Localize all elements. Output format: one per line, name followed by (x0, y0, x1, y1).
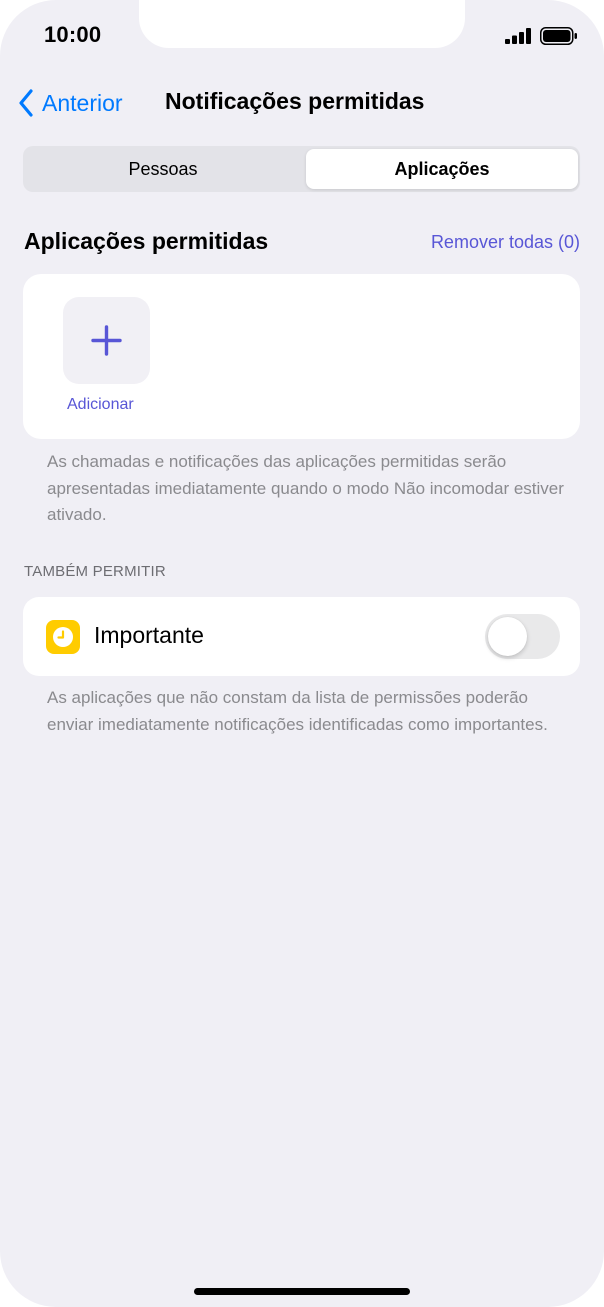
page-title: Notificações permitidas (165, 88, 425, 114)
clock-icon (46, 620, 80, 654)
allowed-apps-card: Adicionar (23, 274, 580, 439)
segment-apps[interactable]: Aplicações (306, 149, 578, 189)
important-label: Importante (94, 622, 204, 648)
toggle-knob (488, 617, 527, 656)
important-toggle[interactable] (485, 614, 560, 659)
status-time: 10:00 (44, 22, 102, 47)
add-app-label[interactable]: Adicionar (67, 396, 134, 414)
notch (139, 0, 465, 48)
allowed-apps-title: Aplicações permitidas (24, 228, 269, 254)
phone-screen: 10:00 Anterior Notificações permitidas P… (0, 0, 604, 1307)
segmented-control: Pessoas Aplicações (23, 146, 580, 192)
chevron-left-icon (19, 89, 33, 117)
plus-icon (91, 325, 122, 356)
add-app-button[interactable] (63, 297, 150, 384)
segment-people[interactable]: Pessoas (26, 149, 300, 189)
allowed-apps-footnote: As chamadas e notificações das aplicaçõe… (47, 452, 564, 524)
important-footnote: As aplicações que não constam da lista d… (47, 688, 548, 734)
home-indicator[interactable] (194, 1288, 410, 1295)
remove-all-button[interactable]: Remover todas (0) (431, 232, 580, 253)
back-button-label: Anterior (42, 89, 123, 116)
cellular-signal-icon (505, 28, 531, 44)
battery-icon (540, 27, 577, 45)
also-allow-header: TAMBÉM PERMITIR (24, 563, 166, 580)
back-button[interactable]: Anterior (18, 86, 123, 120)
important-row: Importante (23, 597, 580, 676)
